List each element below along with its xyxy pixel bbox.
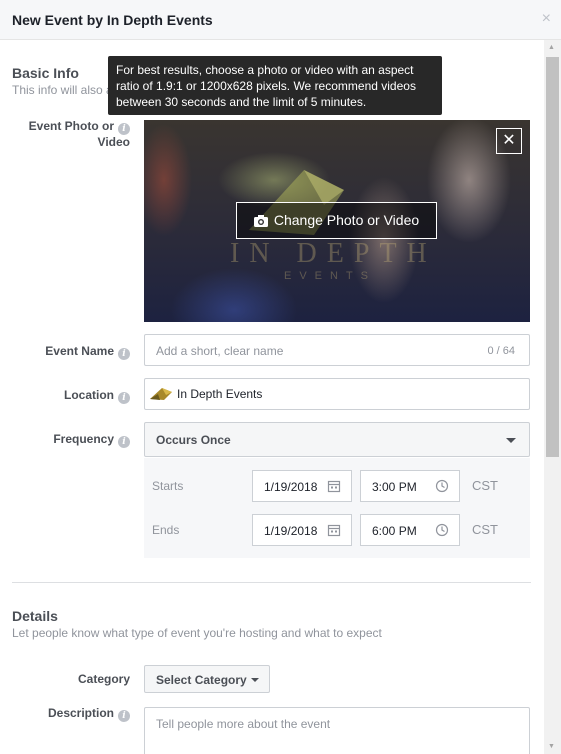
event-name-label: Event Name i [45, 344, 130, 360]
starts-label: Starts [152, 479, 184, 493]
location-label-text: Location [64, 388, 114, 402]
info-icon[interactable]: i [118, 123, 130, 135]
start-timezone: CST [472, 478, 498, 493]
photo-watermark: IN DEPTH [230, 238, 437, 269]
end-time-input[interactable]: 6:00 PM [360, 514, 460, 546]
dialog-title: New Event by In Depth Events [12, 12, 213, 28]
photo-label: Event Photo or i Video [29, 119, 130, 149]
frequency-select[interactable]: Occurs Once [144, 422, 530, 457]
details-title: Details [12, 608, 58, 624]
change-photo-button[interactable]: Change Photo or Video [236, 202, 437, 239]
frequency-value: Occurs Once [156, 433, 231, 447]
select-category-button[interactable]: Select Category [144, 665, 270, 693]
description-textarea[interactable]: Tell people more about the event [144, 707, 530, 754]
scrollbar[interactable]: ▲ ▼ [544, 40, 561, 754]
close-icon[interactable]: × [542, 10, 551, 28]
end-timezone: CST [472, 522, 498, 537]
start-time-value: 3:00 PM [372, 480, 417, 494]
photo-label-line1: Event Photo or [28, 119, 114, 133]
dialog-header: New Event by In Depth Events × [0, 0, 561, 40]
photo-watermark-sub: EVENTS [284, 270, 377, 282]
scrollbar-thumb[interactable] [546, 57, 559, 457]
info-icon[interactable]: i [118, 710, 130, 722]
change-photo-label: Change Photo or Video [273, 212, 420, 228]
category-label: Category [77, 672, 130, 686]
location-logo-icon [150, 388, 172, 400]
start-date-value: 1/19/2018 [264, 480, 318, 494]
event-name-placeholder: Add a short, clear name [156, 344, 284, 358]
section-divider [12, 582, 531, 583]
camera-icon [253, 215, 268, 227]
clock-icon [435, 523, 449, 537]
chevron-down-icon [251, 678, 259, 682]
description-label-text: Description [47, 706, 114, 720]
end-time-value: 6:00 PM [372, 524, 417, 538]
info-icon[interactable]: i [118, 392, 130, 404]
description-placeholder: Tell people more about the event [156, 717, 331, 731]
start-time-input[interactable]: 3:00 PM [360, 470, 460, 502]
frequency-label-text: Frequency [53, 432, 114, 446]
scroll-up-icon[interactable]: ▲ [548, 44, 555, 51]
event-name-label-text: Event Name [45, 344, 114, 358]
scroll-down-icon[interactable]: ▼ [548, 743, 555, 750]
description-label: Description i [48, 706, 130, 722]
info-icon[interactable]: i [118, 348, 130, 360]
event-name-input[interactable]: Add a short, clear name 0 / 64 [144, 334, 530, 366]
char-counter: 0 / 64 [487, 345, 515, 357]
ends-label: Ends [152, 523, 180, 537]
frequency-label: Frequency i [53, 432, 130, 448]
end-date-value: 1/19/2018 [264, 524, 318, 538]
info-icon[interactable]: i [118, 436, 130, 448]
calendar-icon [327, 524, 341, 537]
chevron-down-icon [506, 438, 516, 443]
basic-info-subtitle: This info will also a [12, 83, 113, 97]
location-input[interactable]: In Depth Events [144, 378, 530, 410]
basic-info-title: Basic Info [12, 65, 79, 81]
event-photo: IN DEPTH EVENTS ✕ Change Photo or Video [144, 120, 530, 322]
end-date-input[interactable]: 1/19/2018 [252, 514, 352, 546]
start-date-input[interactable]: 1/19/2018 [252, 470, 352, 502]
calendar-icon [327, 480, 341, 493]
clock-icon [435, 479, 449, 493]
photo-label-line2: Video [97, 135, 130, 149]
location-label: Location i [64, 388, 130, 404]
photo-tooltip: For best results, choose a photo or vide… [108, 56, 442, 115]
details-subtitle: Let people know what type of event you'r… [12, 626, 382, 640]
location-value: In Depth Events [177, 387, 263, 401]
remove-photo-button[interactable]: ✕ [496, 128, 522, 154]
category-value: Select Category [156, 673, 247, 687]
